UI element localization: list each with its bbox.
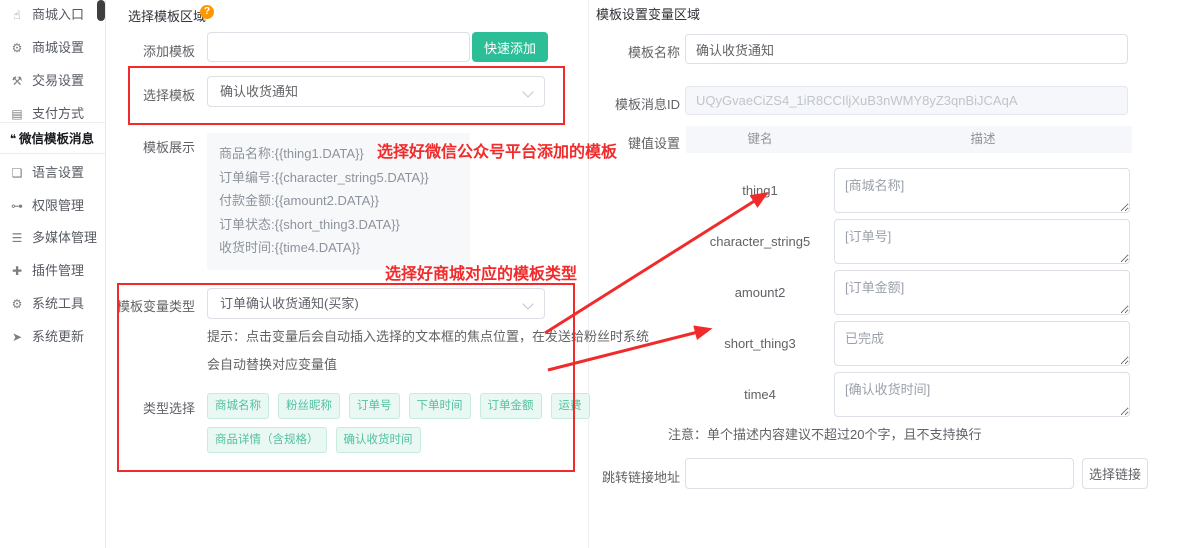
type-button-mall-name[interactable]: 商城名称	[207, 393, 269, 419]
add-template-input[interactable]	[207, 32, 470, 62]
left-panel-title: 选择模板区域	[128, 6, 206, 25]
sidebar-separator	[0, 122, 106, 123]
type-button-order-time[interactable]: 下单时间	[409, 393, 471, 419]
template-line: 订单状态:{{short_thing3.DATA}}	[219, 213, 458, 237]
type-buttons-row2: 商品详情（含规格） 确认收货时间	[207, 427, 421, 453]
sidebar-item-language-settings[interactable]: ❏ 语言设置	[0, 160, 106, 186]
help-icon[interactable]: ?	[200, 5, 214, 19]
bank-card-icon: ▤	[9, 101, 25, 127]
sidebar-scrollbar-thumb[interactable]	[97, 0, 105, 21]
type-button-shipping-fee[interactable]: 运费	[551, 393, 590, 419]
sidebar-item-label: 多媒体管理	[32, 225, 97, 251]
type-buttons-row1: 商城名称 粉丝昵称 订单号 下单时间 订单金额 运费	[207, 393, 590, 419]
add-template-label: 添加模板	[75, 41, 195, 60]
sidebar-item-label: 语言设置	[32, 160, 84, 186]
type-button-confirm-receipt-time[interactable]: 确认收货时间	[336, 427, 421, 453]
template-var-type-label: 模板变量类型	[75, 296, 195, 315]
list-icon: ☰	[9, 225, 25, 251]
kv-key-thing1: thing1	[686, 168, 834, 213]
template-msg-id-label: 模板消息ID	[560, 94, 680, 113]
kv-col-key: 键名	[686, 126, 834, 153]
type-button-order-amount[interactable]: 订单金额	[480, 393, 542, 419]
sidebar-item-label: 插件管理	[32, 258, 84, 284]
type-button-order-no[interactable]: 订单号	[349, 393, 400, 419]
kv-settings-label: 键值设置	[560, 133, 680, 152]
sidebar-item-media-management[interactable]: ☰ 多媒体管理	[0, 225, 106, 251]
tools-icon: ⚒	[9, 68, 25, 94]
chevron-down-icon	[522, 298, 533, 309]
jump-link-label: 跳转链接地址	[560, 467, 680, 486]
kv-desc-time4-textarea[interactable]: [确认收货时间]	[834, 372, 1130, 417]
template-line: 收货时间:{{time4.DATA}}	[219, 236, 458, 260]
template-line: 付款金额:{{amount2.DATA}}	[219, 189, 458, 213]
kv-desc-short-thing3-textarea[interactable]: 已完成	[834, 321, 1130, 366]
hint-text-line2: 会自动替换对应变量值	[207, 354, 337, 373]
sidebar-item-payment-methods[interactable]: ▤ 支付方式	[0, 101, 106, 127]
panel-divider	[588, 0, 589, 548]
key-icon: ⊶	[9, 193, 25, 219]
kv-table-header: 键名 描述	[686, 126, 1132, 153]
kv-col-desc: 描述	[834, 126, 1132, 153]
gear-icon: ⚙	[9, 291, 25, 317]
hint-text-line1: 提示：点击变量后会自动插入选择的文本框的焦点位置，在发送给粉丝时系统	[207, 326, 649, 345]
type-select-label: 类型选择	[75, 398, 195, 417]
kv-note-text: 注意：单个描述内容建议不超过20个字，且不支持换行	[668, 424, 981, 443]
jump-link-input[interactable]	[685, 458, 1074, 489]
kv-desc-character-string5-textarea[interactable]: [订单号]	[834, 219, 1130, 264]
sidebar-item-system-update[interactable]: ➤ 系统更新	[0, 324, 106, 350]
template-line: 商品名称:{{thing1.DATA}}	[219, 142, 458, 166]
sidebar-item-label: 系统更新	[32, 324, 84, 350]
type-button-fan-nickname[interactable]: 粉丝昵称	[278, 393, 340, 419]
kv-desc-thing1-textarea[interactable]: [商城名称]	[834, 168, 1130, 213]
sidebar-item-mall-entry[interactable]: ☝ 商城入口	[0, 2, 106, 28]
send-icon: ➤	[9, 324, 25, 350]
kv-desc-amount2-textarea[interactable]: [订单金额]	[834, 270, 1130, 315]
template-var-type-dropdown[interactable]: 订单确认收货通知(买家)	[207, 288, 545, 319]
template-name-input[interactable]	[685, 34, 1128, 64]
select-template-value: 确认收货通知	[220, 84, 298, 99]
sidebar-item-permission-management[interactable]: ⊶ 权限管理	[0, 193, 106, 219]
chevron-down-icon	[522, 86, 533, 97]
sidebar-item-label: 权限管理	[32, 193, 84, 219]
book-icon: ❏	[9, 160, 25, 186]
template-var-type-value: 订单确认收货通知(买家)	[220, 296, 359, 311]
plugin-icon: ✚	[9, 258, 25, 284]
sidebar: ☝商城入口 ⚙商城设置 ⚒交易设置 ▤支付方式 ❝微信模板消息 ❏语言设置 ⊶权…	[0, 0, 106, 548]
sidebar-item-label: 支付方式	[32, 101, 84, 127]
sidebar-item-plugin-management[interactable]: ✚ 插件管理	[0, 258, 106, 284]
type-button-product-detail[interactable]: 商品详情（含规格）	[207, 427, 327, 453]
gear-icon: ⚙	[9, 35, 25, 61]
select-template-dropdown[interactable]: 确认收货通知	[207, 76, 545, 107]
kv-key-amount2: amount2	[686, 270, 834, 315]
right-panel-title: 模板设置变量区域	[596, 4, 700, 23]
kv-key-character-string5: character_string5	[686, 219, 834, 264]
template-display-label: 模板展示	[75, 137, 195, 156]
kv-key-time4: time4	[686, 372, 834, 417]
kv-key-short-thing3: short_thing3	[686, 321, 834, 366]
select-link-button[interactable]: 选择链接	[1082, 458, 1148, 489]
pointer-hand-icon: ☝	[9, 2, 25, 28]
template-msg-id-input	[685, 86, 1128, 115]
template-display-box: 商品名称:{{thing1.DATA}} 订单编号:{{character_st…	[207, 133, 470, 270]
wechat-template-message-page: ☝商城入口 ⚙商城设置 ⚒交易设置 ▤支付方式 ❝微信模板消息 ❏语言设置 ⊶权…	[0, 0, 1188, 548]
quick-add-button[interactable]: 快速添加	[472, 32, 548, 62]
template-line: 订单编号:{{character_string5.DATA}}	[219, 166, 458, 190]
template-name-label: 模板名称	[560, 42, 680, 61]
select-template-label: 选择模板	[75, 85, 195, 104]
sidebar-item-label: 商城入口	[32, 2, 84, 28]
